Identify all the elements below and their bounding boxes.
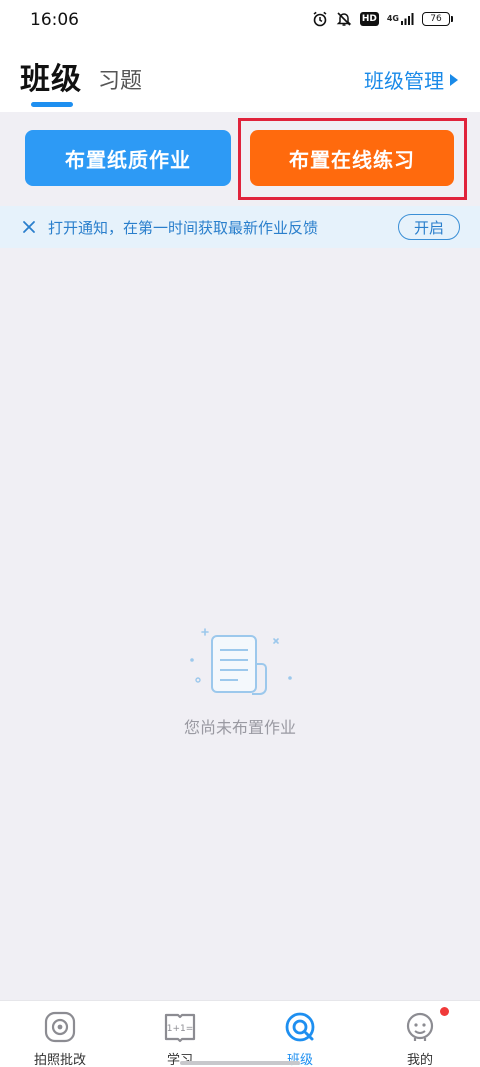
action-area: 布置纸质作业 布置在线练习 — [0, 112, 480, 204]
home-indicator[interactable] — [180, 1061, 300, 1065]
assign-online-practice-button[interactable]: 布置在线练习 — [250, 130, 454, 186]
svg-text:1+1=: 1+1= — [167, 1024, 194, 1034]
class-manage-link[interactable]: 班级管理 — [364, 65, 458, 94]
notification-badge — [440, 1007, 449, 1016]
mute-bell-icon — [336, 11, 352, 27]
class-manage-label: 班级管理 — [364, 69, 444, 93]
notification-banner: 打开通知，在第一时间获取最新作业反馈 开启 — [0, 206, 480, 248]
nav-item-class[interactable]: 班级 — [250, 1009, 350, 1067]
alarm-icon — [312, 11, 328, 27]
network-type: 4G — [386, 14, 399, 23]
close-icon[interactable] — [20, 218, 38, 236]
tab-class[interactable]: 班级 — [20, 54, 82, 98]
enable-notification-button[interactable]: 开启 — [398, 214, 460, 240]
profile-icon — [404, 1011, 436, 1043]
active-tab-indicator — [31, 102, 73, 107]
status-time: 16:06 — [30, 10, 79, 30]
hd-badge: HD — [359, 12, 379, 26]
notification-text: 打开通知，在第一时间获取最新作业反馈 — [48, 219, 319, 237]
header: 班级 习题 班级管理 — [0, 42, 480, 112]
chevron-right-icon — [450, 73, 458, 86]
nav-item-photo-grading[interactable]: 拍照批改 — [10, 1009, 110, 1067]
battery-icon: 76 — [422, 12, 453, 26]
nav-item-study[interactable]: 1+1= 学习 — [130, 1009, 230, 1067]
camera-icon — [44, 1011, 76, 1043]
assign-paper-homework-button[interactable]: 布置纸质作业 — [25, 130, 231, 186]
empty-state-message: 您尚未布置作业 — [183, 718, 296, 737]
signal-icon: 4G — [387, 12, 414, 26]
status-icons: HD 4G 76 — [312, 11, 453, 27]
tab-exercises[interactable]: 习题 — [98, 63, 142, 95]
status-bar: 16:06 HD 4G 76 — [0, 0, 480, 42]
class-icon — [284, 1011, 316, 1043]
empty-state: 您尚未布置作业 — [0, 610, 480, 760]
nav-label-photo-grading: 拍照批改 — [33, 1053, 86, 1067]
nav-item-mine[interactable]: 我的 — [370, 1007, 470, 1067]
document-icon — [186, 620, 296, 710]
bottom-nav: 拍照批改 1+1= 学习 班级 我的 — [0, 1000, 480, 1067]
book-icon: 1+1= — [164, 1011, 196, 1043]
nav-label-mine: 我的 — [406, 1053, 433, 1067]
